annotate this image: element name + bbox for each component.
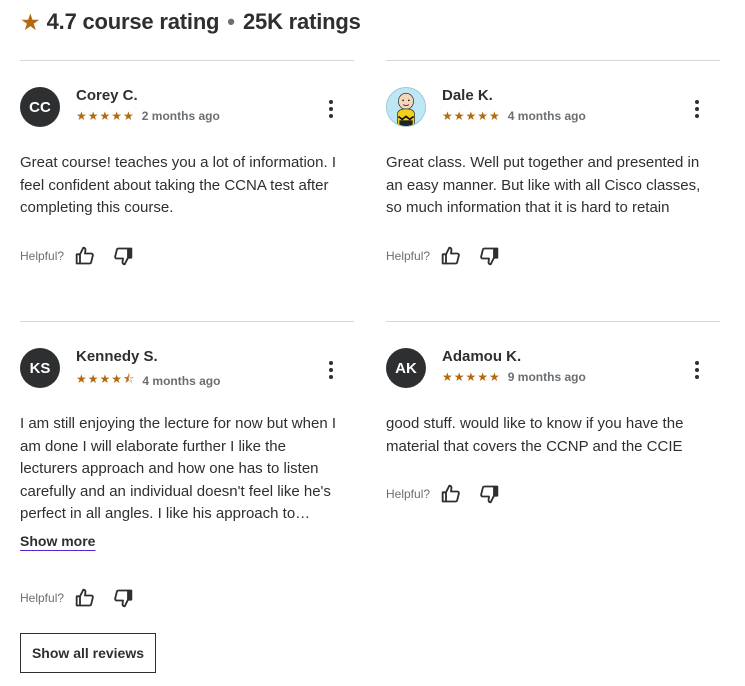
avatar: KS [20, 348, 60, 388]
more-options-icon[interactable] [328, 361, 334, 379]
helpful-label: Helpful? [20, 248, 65, 263]
review-card: KS Kennedy S. ★★★★⯪ 4 months ago I am st… [20, 321, 354, 609]
reviewer-name: Corey C. [76, 87, 138, 104]
review-card: CC Corey C. ★★★★★ 2 months ago Great cou… [20, 60, 354, 267]
review-date: 9 months ago [507, 370, 586, 384]
review-date: 2 months ago [141, 109, 220, 123]
avatar: AK [386, 348, 426, 388]
reviewer-name: Dale K. [442, 87, 493, 104]
reviewer-name: Kennedy S. [76, 348, 158, 365]
review-text: I am still enjoying the lecture for now … [20, 415, 336, 522]
helpful-label: Helpful? [386, 248, 431, 263]
review-text: Great class. Well put together and prese… [386, 154, 701, 216]
star-rating: ★★★★★ [442, 370, 501, 384]
more-options-icon[interactable] [328, 100, 334, 118]
star-rating: ★★★★⯪ [76, 372, 136, 386]
thumbs-up-icon[interactable] [440, 245, 462, 267]
helpful-label: Helpful? [386, 487, 431, 501]
course-rating-text: 4.7 course rating [46, 9, 220, 34]
review-text: good stuff. would like to know if you ha… [386, 415, 684, 455]
star-rating: ★★★★★ [442, 109, 501, 123]
rating-header: ★ 4.7 course rating • 25K ratings [20, 8, 361, 36]
thumbs-up-icon[interactable] [74, 245, 96, 267]
thumbs-down-icon[interactable] [112, 587, 134, 609]
show-all-reviews-button[interactable]: Show all reviews [20, 633, 156, 673]
avatar: CC [20, 87, 60, 127]
review-text: Great course! teaches you a lot of infor… [20, 154, 336, 216]
review-card: Dale K. ★★★★★ 4 months ago Great class. … [386, 60, 720, 267]
review-card: AK Adamou K. ★★★★★ 9 months ago good stu… [386, 321, 720, 505]
star-rating: ★★★★★ [76, 109, 135, 123]
show-more-link[interactable]: Show more [20, 533, 95, 549]
star-icon: ★ [20, 8, 41, 35]
reviewer-name: Adamou K. [442, 348, 522, 365]
character-avatar-icon [386, 87, 426, 127]
helpful-label: Helpful? [20, 590, 65, 605]
thumbs-up-icon[interactable] [74, 587, 96, 609]
review-date: 4 months ago [507, 109, 586, 123]
separator-dot: • [227, 9, 235, 34]
thumbs-up-icon[interactable] [440, 483, 462, 505]
thumbs-down-icon[interactable] [112, 245, 134, 267]
thumbs-down-icon[interactable] [478, 245, 500, 267]
thumbs-down-icon[interactable] [478, 483, 500, 505]
ratings-count: 25K ratings [243, 9, 361, 34]
review-date: 4 months ago [142, 373, 221, 388]
more-options-icon[interactable] [694, 361, 700, 379]
more-options-icon[interactable] [694, 100, 700, 118]
